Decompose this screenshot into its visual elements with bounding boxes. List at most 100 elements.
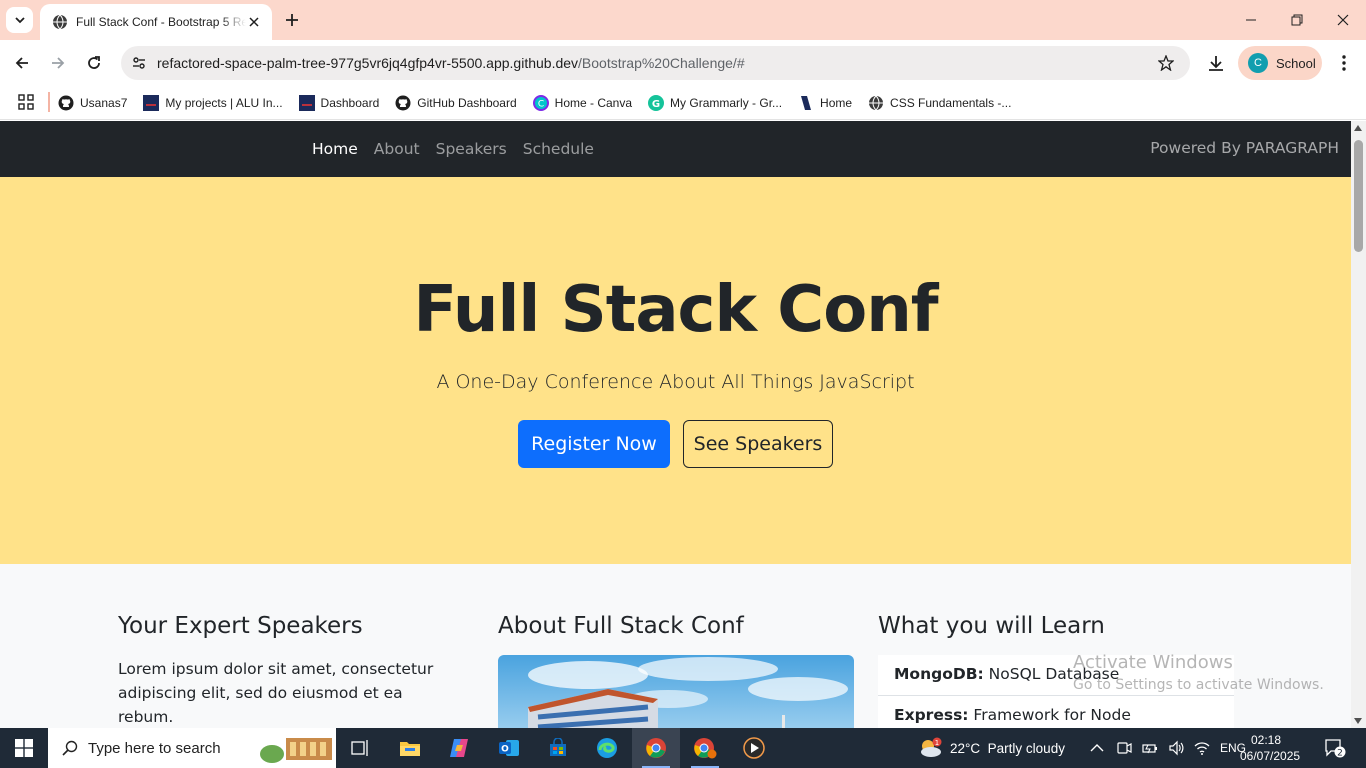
list-item: Express: Framework for Node: [878, 696, 1234, 728]
apps-grid-icon[interactable]: [16, 92, 36, 112]
nav-link-speakers[interactable]: Speakers: [428, 140, 515, 158]
learn-item-name: MongoDB:: [894, 665, 984, 683]
copilot-button[interactable]: [435, 728, 483, 768]
microsoft-store-button[interactable]: [534, 728, 582, 768]
bookmark-dashboard[interactable]: Dashboard: [298, 89, 379, 117]
chrome-profile-icon: [694, 738, 717, 759]
system-clock[interactable]: 02:18 06/07/2025: [1240, 732, 1300, 764]
media-player-button[interactable]: [730, 728, 778, 768]
weather-widget[interactable]: 1 22°C Partly cloudy: [918, 728, 1065, 768]
task-view-button[interactable]: [336, 728, 384, 768]
scroll-down-arrow-icon[interactable]: [1354, 718, 1362, 724]
edge-icon: [597, 738, 617, 758]
hero-title: Full Stack Conf: [413, 273, 938, 347]
edge-button[interactable]: [583, 728, 631, 768]
register-now-button[interactable]: Register Now: [518, 420, 670, 468]
url-text[interactable]: refactored-space-palm-tree-977g5vr6jq4gf…: [157, 55, 745, 71]
notification-center-button[interactable]: 2: [1322, 736, 1348, 760]
copilot-icon: [450, 739, 468, 757]
url-path: /Bootstrap%20Challenge/#: [578, 55, 745, 71]
forward-button[interactable]: [44, 49, 72, 77]
activate-windows-watermark: Activate Windows Go to Settings to activ…: [1073, 652, 1324, 693]
taskbar-search-box[interactable]: Type here to search: [48, 728, 336, 768]
bookmark-grammarly[interactable]: G My Grammarly - Gr...: [648, 89, 782, 117]
site-info-icon[interactable]: [127, 51, 151, 75]
url-host: refactored-space-palm-tree-977g5vr6jq4gf…: [157, 55, 579, 71]
bookmark-icon: [798, 95, 814, 111]
bookmark-home[interactable]: Home: [798, 89, 852, 117]
about-heading: About Full Stack Conf: [498, 613, 744, 639]
alu-icon: [298, 95, 315, 111]
outlook-button[interactable]: O: [485, 728, 533, 768]
windows-taskbar: Type here to search O 1 22°C Partly clou…: [0, 728, 1366, 768]
browser-menu-button[interactable]: [1334, 51, 1354, 75]
minimize-button[interactable]: [1228, 0, 1274, 40]
address-bar[interactable]: refactored-space-palm-tree-977g5vr6jq4gf…: [121, 46, 1190, 80]
start-button[interactable]: [0, 728, 48, 768]
reload-icon: [88, 56, 100, 69]
outlook-icon: O: [499, 740, 519, 756]
file-explorer-button[interactable]: [386, 728, 434, 768]
close-window-button[interactable]: [1320, 0, 1366, 40]
learn-heading: What you will Learn: [878, 613, 1105, 639]
chrome-icon: [646, 738, 666, 758]
chevron-down-icon: [14, 17, 25, 24]
github-icon: [395, 95, 411, 111]
tab-close-icon[interactable]: [246, 14, 262, 30]
bookmark-label: CSS Fundamentals -...: [890, 96, 1012, 110]
bookmark-usanas7[interactable]: Usanas7: [58, 89, 127, 117]
bookmark-css-fundamentals[interactable]: CSS Fundamentals -...: [868, 89, 1011, 117]
downloads-button[interactable]: [1204, 51, 1228, 75]
new-tab-button[interactable]: [281, 9, 303, 31]
wifi-icon[interactable]: [1194, 740, 1210, 756]
bookmark-list: Usanas7 My projects | ALU In... Dashboar…: [58, 86, 1027, 120]
scroll-up-arrow-icon[interactable]: [1354, 125, 1362, 131]
learn-item-desc: Framework for Node: [968, 706, 1131, 724]
svg-text:C: C: [538, 100, 544, 110]
store-icon: [550, 738, 566, 756]
search-icon: [62, 740, 78, 756]
volume-icon[interactable]: [1168, 740, 1184, 756]
navbar-brand-text[interactable]: Powered By PARAGRAPH: [1150, 139, 1339, 157]
chrome-button[interactable]: [632, 728, 680, 768]
chrome-profile-button[interactable]: [681, 728, 729, 768]
bookmark-alu-projects[interactable]: My projects | ALU In...: [143, 89, 283, 117]
grammarly-icon: G: [648, 95, 665, 111]
bookmark-label: Home: [820, 96, 853, 110]
weather-badge-count: 1: [935, 739, 939, 747]
page-scrollbar[interactable]: [1351, 121, 1366, 728]
restore-button[interactable]: [1274, 0, 1320, 40]
browser-tab-active[interactable]: Full Stack Conf - Bootstrap 5 Re: [40, 4, 272, 40]
windows-logo-icon: [15, 739, 33, 757]
nav-link-schedule[interactable]: Schedule: [515, 140, 602, 158]
watermark-title: Activate Windows: [1073, 652, 1233, 673]
bookmark-canva[interactable]: C Home - Canva: [532, 89, 632, 117]
scrollbar-thumb[interactable]: [1354, 140, 1363, 252]
minimize-icon: [1246, 19, 1256, 21]
nav-link-about[interactable]: About: [366, 140, 428, 158]
nav-link-home[interactable]: Home: [304, 140, 366, 158]
bookmark-github-dashboard[interactable]: GitHub Dashboard: [395, 89, 517, 117]
battery-icon[interactable]: [1142, 740, 1158, 756]
browser-toolbar: refactored-space-palm-tree-977g5vr6jq4gf…: [0, 40, 1366, 86]
see-speakers-button[interactable]: See Speakers: [683, 420, 833, 468]
watermark-subtitle: Go to Settings to activate Windows.: [1073, 677, 1324, 693]
bookmark-star-icon[interactable]: [1156, 53, 1176, 73]
back-button[interactable]: [8, 49, 36, 77]
reload-button[interactable]: [80, 49, 108, 77]
search-highlight-art: [258, 734, 336, 764]
bookmark-label: GitHub Dashboard: [417, 96, 517, 110]
alu-icon: [143, 95, 160, 111]
meet-now-icon[interactable]: [1116, 740, 1132, 756]
bookmarks-separator: [48, 92, 50, 112]
tab-search-button[interactable]: [6, 7, 33, 33]
venue-photo: [498, 655, 854, 728]
bookmark-label: My projects | ALU In...: [165, 96, 283, 110]
chevron-up-icon[interactable]: [1090, 743, 1104, 753]
more-vertical-icon: [1342, 55, 1346, 71]
svg-text:G: G: [652, 99, 660, 110]
profile-button[interactable]: C School: [1238, 46, 1322, 80]
learn-item-name: Express:: [894, 706, 969, 724]
about-column: About Full Stack Conf: [498, 613, 854, 728]
hero-lead: A One-Day Conference About All Things Ja…: [436, 371, 915, 393]
